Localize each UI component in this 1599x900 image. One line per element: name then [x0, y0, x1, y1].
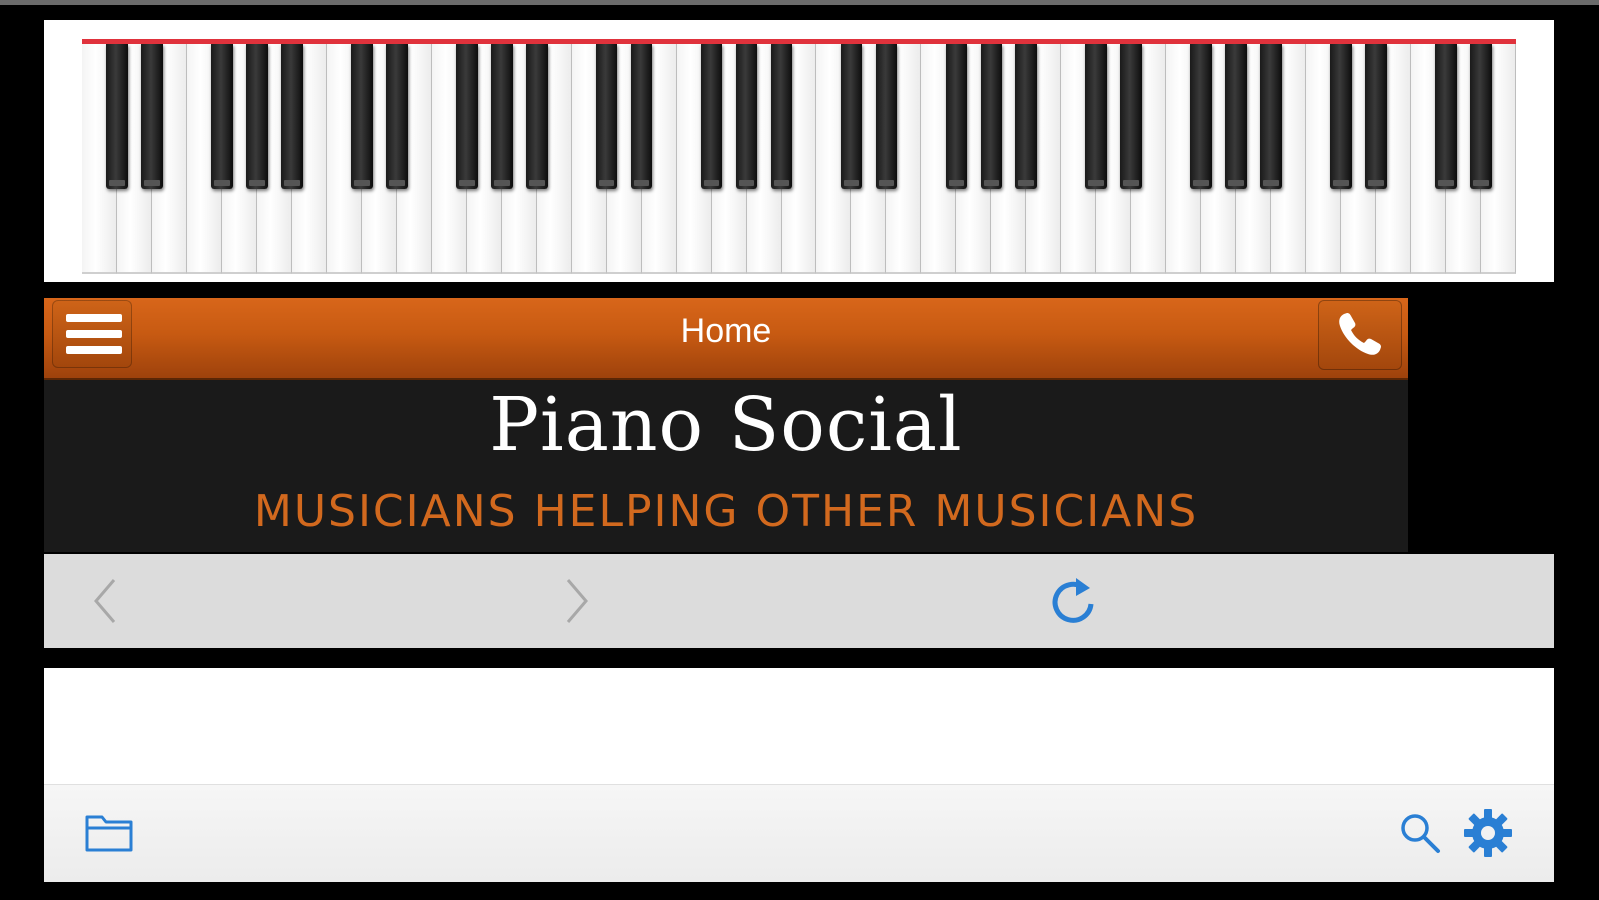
piano-black-key: [490, 44, 513, 189]
piano-black-key: [595, 44, 618, 189]
piano-black-key: [1120, 44, 1143, 189]
piano-black-key: [350, 44, 373, 189]
bottom-toolbar: [44, 784, 1554, 882]
piano-black-key: [281, 44, 303, 189]
piano-black-key: [1470, 44, 1492, 189]
search-icon[interactable]: [1398, 811, 1442, 859]
piano-black-key: [980, 44, 1003, 189]
piano-black-key: [875, 44, 898, 189]
piano-black-key: [840, 44, 863, 189]
piano-black-key: [525, 44, 548, 189]
piano-black-key: [1225, 44, 1248, 189]
piano-black-key: [246, 44, 268, 189]
piano-black-key: [106, 44, 128, 189]
piano-black-key: [1365, 44, 1387, 189]
chevron-right-icon[interactable]: [562, 576, 592, 630]
piano-black-key: [211, 44, 233, 189]
piano-black-key: [945, 44, 968, 189]
piano-keyboard-image: [82, 39, 1516, 274]
window-top-edge: [0, 0, 1599, 5]
app-webview: Home Piano Social MUSICIANS HELPING OTHE…: [44, 298, 1408, 552]
piano-black-key: [630, 44, 653, 189]
piano-black-key: [1260, 44, 1282, 189]
folder-icon[interactable]: [84, 811, 134, 857]
piano-black-key: [1435, 44, 1457, 189]
blank-content-area: [44, 668, 1554, 784]
gear-icon[interactable]: [1462, 807, 1514, 863]
piano-black-key: [385, 44, 408, 189]
site-title: Piano Social: [489, 382, 963, 468]
piano-black-key: [141, 44, 163, 189]
piano-black-key: [1085, 44, 1108, 189]
piano-black-key: [455, 44, 478, 189]
hamburger-menu-icon[interactable]: [52, 300, 132, 368]
nav-title: Home: [680, 312, 772, 350]
piano-black-key: [1330, 44, 1352, 189]
piano-black-key: [700, 44, 723, 189]
piano-black-key: [735, 44, 758, 189]
piano-banner: [44, 20, 1554, 282]
piano-black-key: [1190, 44, 1213, 189]
nav-bar: Home: [44, 298, 1408, 380]
browser-toolbar: [44, 554, 1554, 648]
phone-icon[interactable]: [1318, 300, 1402, 370]
chevron-left-icon[interactable]: [90, 576, 120, 630]
reload-icon[interactable]: [1048, 574, 1098, 632]
piano-black-key: [1015, 44, 1038, 189]
site-tagline: MUSICIANS HELPING OTHER MUSICIANS: [253, 486, 1199, 537]
piano-black-key: [770, 44, 793, 189]
